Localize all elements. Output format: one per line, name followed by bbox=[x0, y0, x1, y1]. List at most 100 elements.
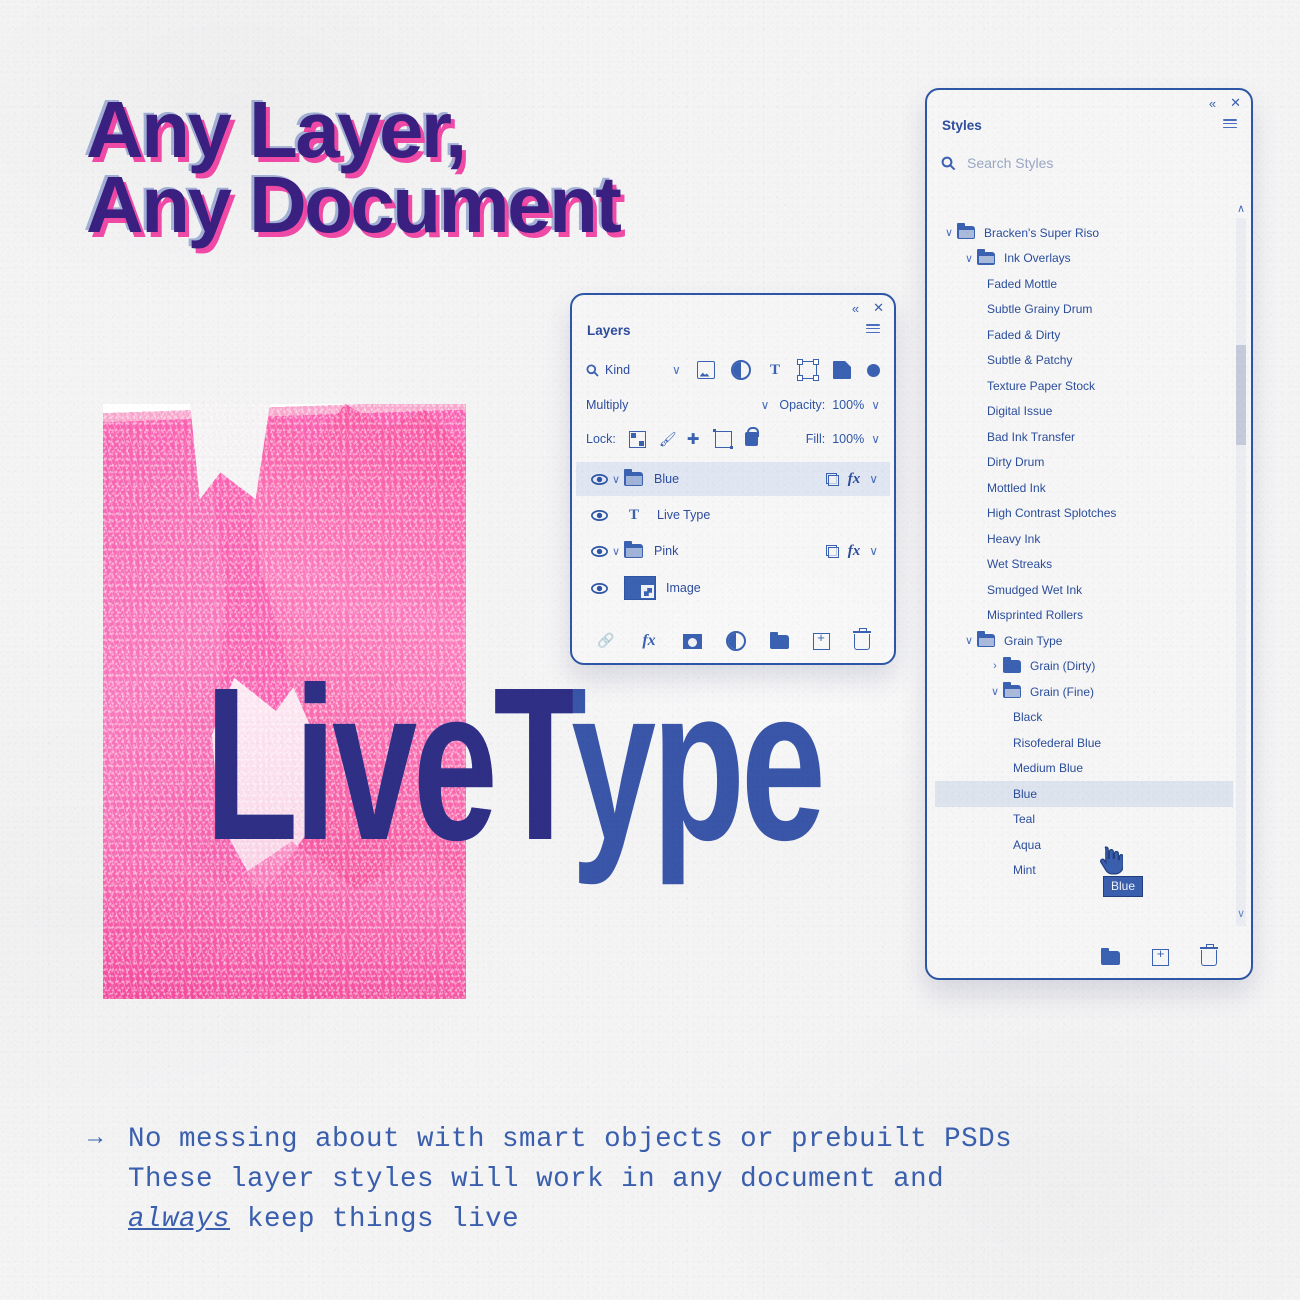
link-layers-icon[interactable]: 🔗 bbox=[597, 631, 616, 650]
new-style-group-icon[interactable] bbox=[1101, 948, 1120, 965]
layer-row-image[interactable]: Image bbox=[576, 571, 890, 605]
styles-item-row[interactable]: Smudged Wet Ink bbox=[935, 577, 1233, 603]
styles-folder-row[interactable]: › Grain (Dirty) bbox=[935, 654, 1233, 680]
scroll-up-icon[interactable]: ∧ bbox=[1237, 202, 1245, 215]
styles-item-row[interactable]: High Contrast Splotches bbox=[935, 501, 1233, 527]
styles-item-row[interactable]: Wet Streaks bbox=[935, 552, 1233, 578]
layer-mask-icon[interactable] bbox=[825, 544, 839, 558]
panel-menu-icon[interactable] bbox=[866, 324, 880, 335]
fill-value[interactable]: 100% bbox=[832, 432, 864, 446]
type-layer-icon[interactable]: T bbox=[767, 362, 783, 378]
styles-item-row[interactable]: Aqua bbox=[935, 832, 1233, 858]
new-group-icon[interactable] bbox=[769, 631, 789, 649]
panel-menu-icon[interactable] bbox=[1223, 119, 1237, 130]
chevron-down-icon[interactable]: ∨ bbox=[961, 634, 977, 647]
styles-item-row[interactable]: Mottled Ink bbox=[935, 475, 1233, 501]
search-input-placeholder[interactable]: Search Styles bbox=[967, 155, 1053, 171]
lock-fill-row[interactable]: Lock: 🖌 ✚ Fill: 100% ∨ bbox=[572, 425, 894, 453]
smart-object-icon[interactable] bbox=[833, 361, 851, 379]
styles-item-row[interactable]: Subtle & Patchy bbox=[935, 348, 1233, 374]
styles-item-row[interactable]: Risofederal Blue bbox=[935, 730, 1233, 756]
delete-style-icon[interactable] bbox=[1200, 944, 1218, 966]
styles-item-row[interactable]: Black bbox=[935, 705, 1233, 731]
chevron-down-icon[interactable]: ∨ bbox=[941, 226, 957, 239]
group-disclosure-chevron-icon[interactable]: ∨ bbox=[608, 545, 624, 558]
close-icon[interactable]: ✕ bbox=[873, 300, 884, 316]
styles-row-label: Smudged Wet Ink bbox=[987, 582, 1083, 597]
add-layer-style-icon[interactable]: fx bbox=[640, 631, 659, 650]
close-icon[interactable]: ✕ bbox=[1230, 95, 1241, 111]
new-adjustment-layer-icon[interactable] bbox=[725, 631, 746, 651]
styles-scrollbar[interactable] bbox=[1236, 218, 1246, 926]
filter-toggle-dot-icon[interactable] bbox=[867, 363, 880, 377]
layer-fx-icon[interactable]: fx bbox=[848, 471, 861, 488]
styles-item-row[interactable]: Subtle Grainy Drum bbox=[935, 297, 1233, 323]
styles-item-row[interactable]: Dirty Drum bbox=[935, 450, 1233, 476]
layer-visibility-toggle[interactable] bbox=[590, 473, 608, 485]
group-disclosure-chevron-icon[interactable]: ∨ bbox=[608, 473, 624, 486]
pixel-layer-icon[interactable] bbox=[697, 361, 715, 379]
layer-name[interactable]: Blue bbox=[654, 472, 679, 486]
styles-item-row[interactable]: Texture Paper Stock bbox=[935, 373, 1233, 399]
collapse-icon[interactable]: « bbox=[1209, 96, 1216, 111]
styles-panel[interactable]: « ✕ Styles Search Styles ∧ ∨ ∨ Bracken's … bbox=[925, 88, 1253, 980]
scrollbar-track[interactable] bbox=[1236, 218, 1246, 926]
styles-folder-row[interactable]: ∨ Bracken's Super Riso bbox=[935, 220, 1233, 246]
lock-transparent-pixels-icon[interactable] bbox=[628, 430, 646, 448]
blend-mode-select[interactable]: Multiply bbox=[586, 398, 628, 412]
lock-image-pixels-icon[interactable]: 🖌 bbox=[659, 431, 677, 447]
collapse-icon[interactable]: « bbox=[852, 301, 859, 316]
layer-row-live-type[interactable]: T Live Type bbox=[576, 498, 890, 532]
layer-fx-icon[interactable]: fx bbox=[848, 543, 861, 560]
styles-tree-list[interactable]: ∨ Bracken's Super Riso ∨ Ink Overlays Faded … bbox=[935, 220, 1233, 924]
layers-panel[interactable]: « ✕ Layers Kind ∨ T Multiply ∨ Opacity: … bbox=[570, 293, 896, 665]
chevron-down-icon[interactable]: ∨ bbox=[961, 252, 977, 265]
add-layer-mask-icon[interactable] bbox=[682, 633, 702, 649]
new-layer-icon[interactable] bbox=[812, 630, 830, 650]
fx-chevron-down-icon[interactable]: ∨ bbox=[869, 544, 878, 558]
layer-visibility-toggle[interactable] bbox=[590, 509, 608, 521]
styles-item-row[interactable]: Heavy Ink bbox=[935, 526, 1233, 552]
styles-item-row[interactable]: Teal bbox=[935, 807, 1233, 833]
blend-mode-chevron-down-icon[interactable]: ∨ bbox=[761, 398, 770, 412]
styles-item-row[interactable]: Faded Mottle bbox=[935, 271, 1233, 297]
styles-item-row[interactable]: Digital Issue bbox=[935, 399, 1233, 425]
layer-visibility-toggle[interactable] bbox=[590, 582, 608, 594]
blend-opacity-row[interactable]: Multiply ∨ Opacity: 100% ∨ bbox=[572, 391, 894, 419]
styles-item-row[interactable]: Faded & Dirty bbox=[935, 322, 1233, 348]
styles-item-row[interactable]: Medium Blue bbox=[935, 756, 1233, 782]
layer-thumbnail bbox=[624, 576, 656, 600]
fill-chevron-down-icon[interactable]: ∨ bbox=[871, 432, 880, 446]
chevron-right-icon[interactable]: › bbox=[987, 660, 1003, 672]
layers-filter-row[interactable]: Kind ∨ T bbox=[572, 355, 894, 385]
chevron-down-icon[interactable]: ∨ bbox=[672, 363, 681, 377]
layer-name[interactable]: Image bbox=[666, 581, 701, 595]
styles-item-row[interactable]: Misprinted Rollers bbox=[935, 603, 1233, 629]
delete-layer-icon[interactable] bbox=[852, 627, 871, 650]
shape-layer-icon[interactable] bbox=[797, 359, 819, 381]
layer-mask-icon[interactable] bbox=[825, 472, 839, 486]
layer-kind-filter[interactable]: Kind bbox=[586, 363, 630, 377]
search-styles-field[interactable]: Search Styles bbox=[941, 148, 1237, 178]
opacity-value[interactable]: 100% bbox=[832, 398, 864, 412]
layer-name[interactable]: Live Type bbox=[657, 508, 710, 522]
lock-artboard-nesting-icon[interactable] bbox=[713, 429, 734, 449]
styles-folder-row[interactable]: ∨ Grain Type bbox=[935, 628, 1233, 654]
styles-folder-row[interactable]: ∨ Grain (Fine) bbox=[935, 679, 1233, 705]
lock-position-icon[interactable]: ✚ bbox=[687, 432, 702, 447]
lock-all-icon[interactable] bbox=[744, 427, 760, 446]
adjustment-layer-icon[interactable] bbox=[731, 360, 751, 380]
opacity-chevron-down-icon[interactable]: ∨ bbox=[871, 398, 880, 412]
scrollbar-thumb[interactable] bbox=[1236, 345, 1246, 445]
layer-name[interactable]: Pink bbox=[654, 544, 678, 558]
new-style-icon[interactable] bbox=[1152, 946, 1169, 966]
layer-row-pink[interactable]: ∨ Pink fx ∨ bbox=[576, 534, 890, 568]
styles-item-row[interactable]: Blue bbox=[935, 781, 1233, 807]
layer-row-blue[interactable]: ∨ Blue fx ∨ bbox=[576, 462, 890, 496]
chevron-down-icon[interactable]: ∨ bbox=[987, 685, 1003, 698]
styles-folder-row[interactable]: ∨ Ink Overlays bbox=[935, 246, 1233, 272]
fx-chevron-down-icon[interactable]: ∨ bbox=[869, 472, 878, 486]
styles-item-row[interactable]: Mint bbox=[935, 858, 1233, 884]
layer-visibility-toggle[interactable] bbox=[590, 545, 608, 557]
styles-item-row[interactable]: Bad Ink Transfer bbox=[935, 424, 1233, 450]
